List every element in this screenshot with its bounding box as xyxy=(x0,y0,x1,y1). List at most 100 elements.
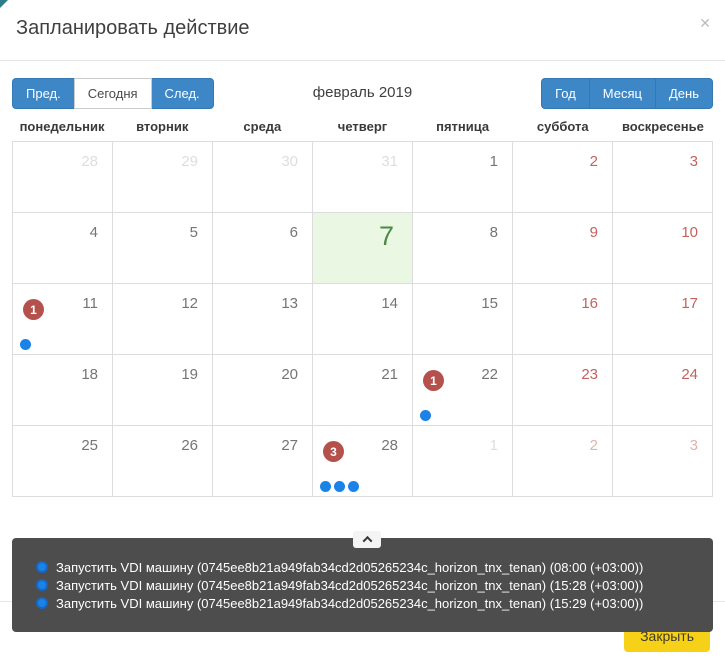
scheduled-event-item[interactable]: Запустить VDI машину (0745ee8b21a949fab3… xyxy=(36,594,713,612)
day-number: 11 xyxy=(82,295,98,312)
event-dot-icon[interactable] xyxy=(334,481,345,492)
calendar-day-cell[interactable]: 328 xyxy=(313,426,413,497)
chevron-up-icon xyxy=(362,536,372,546)
weekday-header: пятница xyxy=(413,116,513,141)
calendar-day-cell[interactable]: 17 xyxy=(613,284,713,355)
calendar-day-cell[interactable]: 29 xyxy=(113,142,213,213)
event-dot-icon[interactable] xyxy=(20,339,31,350)
day-number: 30 xyxy=(281,153,298,170)
modal-title: Запланировать действие xyxy=(16,17,709,40)
calendar-day-cell[interactable]: 25 xyxy=(13,426,113,497)
weekday-header: среда xyxy=(212,116,312,141)
calendar-day-cell[interactable]: 19 xyxy=(113,355,213,426)
calendar-day-cell[interactable]: 111 xyxy=(13,284,113,355)
day-number: 10 xyxy=(681,224,698,241)
calendar-day-cell[interactable]: 15 xyxy=(413,284,513,355)
day-number: 2 xyxy=(590,153,598,170)
day-number: 17 xyxy=(681,295,698,312)
calendar-day-cell[interactable]: 26 xyxy=(113,426,213,497)
day-number: 19 xyxy=(181,366,198,383)
day-number: 8 xyxy=(490,224,498,241)
calendar-day-cell[interactable]: 13 xyxy=(213,284,313,355)
calendar-day-cell[interactable]: 16 xyxy=(513,284,613,355)
weekday-header: понедельник xyxy=(12,116,112,141)
event-count-badge: 3 xyxy=(323,441,344,462)
weekday-header: суббота xyxy=(513,116,613,141)
day-number: 27 xyxy=(281,437,298,454)
calendar-day-cell[interactable]: 20 xyxy=(213,355,313,426)
event-label: Запустить VDI машину (0745ee8b21a949fab3… xyxy=(56,560,643,575)
view-button-group: Год Месяц День xyxy=(541,78,713,109)
calendar-day-cell[interactable]: 7 xyxy=(313,213,413,284)
day-number: 13 xyxy=(281,295,298,312)
today-button[interactable]: Сегодня xyxy=(74,78,152,109)
calendar-day-cell[interactable]: 10 xyxy=(613,213,713,284)
weekday-header: воскресенье xyxy=(613,116,713,141)
event-count-badge: 1 xyxy=(23,299,44,320)
calendar-day-cell[interactable]: 2 xyxy=(513,142,613,213)
day-number: 29 xyxy=(181,153,198,170)
event-dot-icon[interactable] xyxy=(320,481,331,492)
calendar-day-cell[interactable]: 3 xyxy=(613,142,713,213)
day-view-button[interactable]: День xyxy=(655,78,713,109)
day-number: 18 xyxy=(81,366,98,383)
calendar-day-cell[interactable]: 27 xyxy=(213,426,313,497)
day-number: 1 xyxy=(490,437,498,454)
day-number: 25 xyxy=(81,437,98,454)
calendar-day-cell[interactable]: 21 xyxy=(313,355,413,426)
calendar-day-cell[interactable]: 3 xyxy=(613,426,713,497)
event-dots xyxy=(420,410,431,421)
calendar-day-cell[interactable]: 24 xyxy=(613,355,713,426)
calendar-day-cell[interactable]: 28 xyxy=(13,142,113,213)
calendar-day-cell[interactable]: 31 xyxy=(313,142,413,213)
day-number: 7 xyxy=(379,221,394,252)
event-dot-icon[interactable] xyxy=(348,481,359,492)
corner-artifact xyxy=(0,0,8,8)
calendar-day-cell[interactable]: 18 xyxy=(13,355,113,426)
close-icon[interactable]: ✕ xyxy=(699,16,711,30)
weekday-header: четверг xyxy=(312,116,412,141)
calendar-toolbar: Пред. Сегодня След. февраль 2019 Год Мес… xyxy=(12,78,713,109)
calendar-day-cell[interactable]: 1 xyxy=(413,142,513,213)
events-popover: Запустить VDI машину (0745ee8b21a949fab3… xyxy=(12,538,713,632)
event-bullet-icon xyxy=(36,579,48,591)
day-number: 23 xyxy=(581,366,598,383)
weekday-header-row: понедельниквторниксредачетвергпятницасуб… xyxy=(12,116,713,141)
event-dot-icon[interactable] xyxy=(420,410,431,421)
calendar-day-cell[interactable]: 6 xyxy=(213,213,313,284)
calendar-day-cell[interactable]: 1 xyxy=(413,426,513,497)
scheduled-event-item[interactable]: Запустить VDI машину (0745ee8b21a949fab3… xyxy=(36,576,713,594)
day-number: 16 xyxy=(581,295,598,312)
calendar-day-cell[interactable]: 23 xyxy=(513,355,613,426)
calendar-day-cell[interactable]: 4 xyxy=(13,213,113,284)
calendar-day-cell[interactable]: 2 xyxy=(513,426,613,497)
event-count-badge: 1 xyxy=(423,370,444,391)
event-dots xyxy=(20,339,31,350)
day-number: 3 xyxy=(690,153,698,170)
event-label: Запустить VDI машину (0745ee8b21a949fab3… xyxy=(56,578,643,593)
calendar-day-cell[interactable]: 12 xyxy=(113,284,213,355)
calendar-day-cell[interactable]: 8 xyxy=(413,213,513,284)
day-number: 15 xyxy=(481,295,498,312)
day-number: 28 xyxy=(81,153,98,170)
day-number: 12 xyxy=(181,295,198,312)
collapse-tab[interactable] xyxy=(353,531,381,548)
month-view-button[interactable]: Месяц xyxy=(589,78,656,109)
calendar-day-cell[interactable]: 30 xyxy=(213,142,313,213)
calendar-day-cell[interactable]: 14 xyxy=(313,284,413,355)
event-bullet-icon xyxy=(36,561,48,573)
calendar-day-cell[interactable]: 9 xyxy=(513,213,613,284)
scheduled-event-item[interactable]: Запустить VDI машину (0745ee8b21a949fab3… xyxy=(36,558,713,576)
day-number: 2 xyxy=(590,437,598,454)
calendar-grid: 2829303112345678910111121314151617181920… xyxy=(12,141,713,497)
calendar-day-cell[interactable]: 1 22 xyxy=(413,355,513,426)
day-number: 22 xyxy=(481,366,498,383)
day-number: 4 xyxy=(90,224,98,241)
year-view-button[interactable]: Год xyxy=(541,78,590,109)
event-bullet-icon xyxy=(36,597,48,609)
calendar-day-cell[interactable]: 5 xyxy=(113,213,213,284)
day-number: 6 xyxy=(290,224,298,241)
weekday-header: вторник xyxy=(112,116,212,141)
events-list: Запустить VDI машину (0745ee8b21a949fab3… xyxy=(36,558,713,612)
day-number: 1 xyxy=(490,153,498,170)
